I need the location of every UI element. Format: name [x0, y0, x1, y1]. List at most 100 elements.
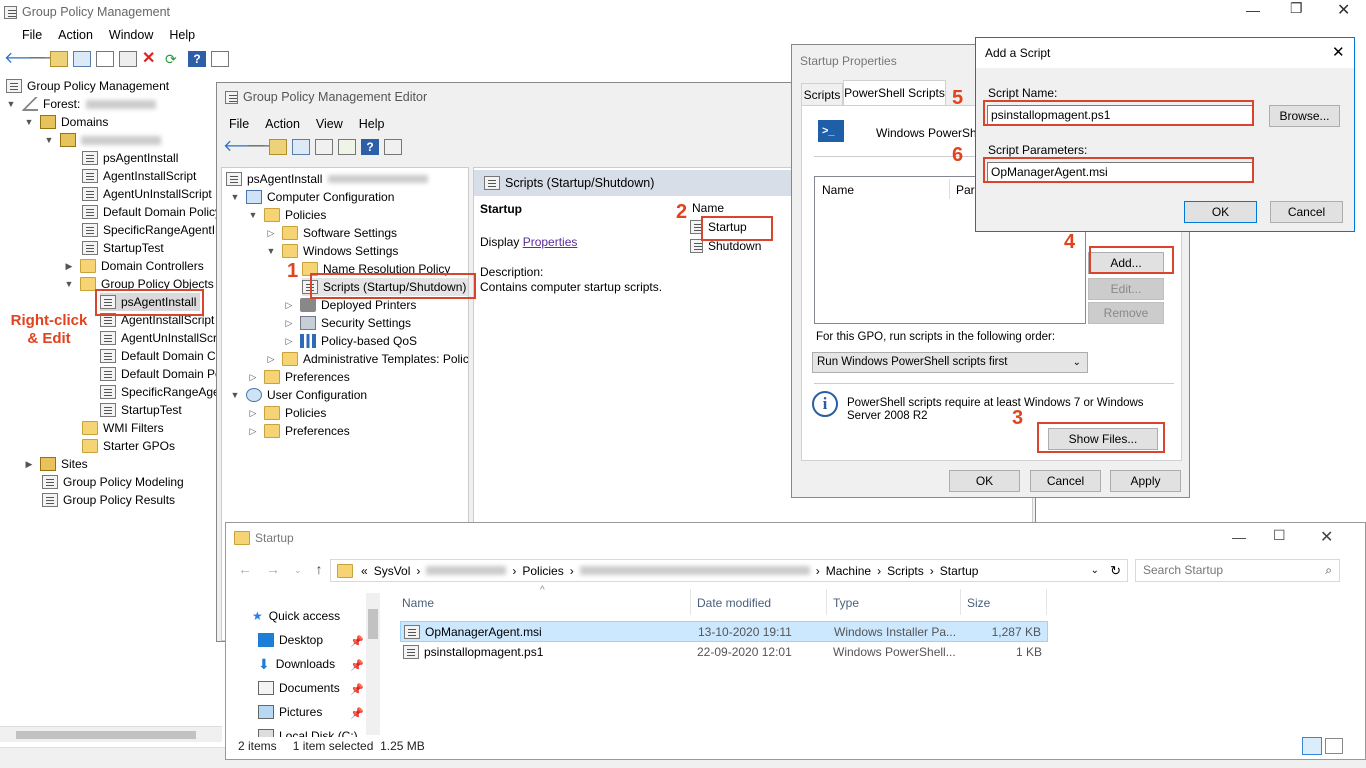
tree-user-prefs[interactable]: ▷ Preferences: [248, 422, 350, 440]
order-dropdown[interactable]: Run Windows PowerShell scripts first ⌄: [812, 352, 1088, 373]
up-folder-icon[interactable]: [269, 139, 287, 155]
path-segment[interactable]: SysVol: [374, 564, 411, 578]
tree-printers[interactable]: ▷ Deployed Printers: [284, 296, 416, 314]
tab-powershell[interactable]: PowerShell Scripts: [843, 80, 946, 106]
nav-local-disk[interactable]: Local Disk (C:): [258, 727, 358, 737]
tree-gpo-item[interactable]: StartupTest: [100, 401, 182, 419]
close-icon[interactable]: ✕: [1332, 43, 1345, 61]
menu-file[interactable]: File: [221, 117, 257, 131]
chevron-right-icon[interactable]: ▷: [284, 332, 294, 350]
maximize-button[interactable]: ☐: [1273, 527, 1286, 544]
tree-gpo-item[interactable]: Default Domain Po: [100, 365, 222, 383]
browse-button[interactable]: Browse...: [1269, 105, 1340, 127]
chevron-right-icon[interactable]: ▷: [284, 314, 294, 332]
tree-nrp[interactable]: Name Resolution Policy: [302, 260, 450, 278]
export-icon[interactable]: [338, 139, 356, 155]
file-row[interactable]: psinstallopmagent.ps1 22-09-2020 12:01 W…: [400, 642, 1048, 663]
refresh-icon[interactable]: ↻: [1110, 563, 1121, 579]
tree-gpo[interactable]: ▼ Group Policy Objects: [64, 275, 214, 293]
back-icon[interactable]: ←: [238, 561, 252, 579]
forward-icon[interactable]: 🡒: [246, 139, 289, 155]
remove-button[interactable]: Remove: [1088, 302, 1164, 324]
minimize-button[interactable]: —: [1232, 529, 1246, 545]
help-icon[interactable]: ?: [361, 139, 379, 155]
scroll-thumb[interactable]: [16, 731, 196, 739]
menu-action[interactable]: Action: [50, 28, 101, 42]
path-segment[interactable]: Startup: [940, 564, 979, 578]
minimize-button[interactable]: —: [1246, 2, 1260, 18]
tree-security[interactable]: ▷ Security Settings: [284, 314, 411, 332]
back-icon[interactable]: 🡐: [4, 51, 47, 67]
nav-quick-access[interactable]: ★ Quick access: [252, 607, 340, 625]
refresh-icon[interactable]: ⟳: [165, 51, 183, 67]
close-button[interactable]: ✕: [1337, 0, 1350, 20]
menu-window[interactable]: Window: [101, 28, 161, 42]
tree-link[interactable]: psAgentInstall: [82, 149, 178, 167]
tree-link[interactable]: Default Domain Policy: [82, 203, 221, 221]
show-files-button[interactable]: Show Files...: [1048, 428, 1158, 450]
nav-desktop[interactable]: Desktop: [258, 631, 323, 649]
tree-scripts[interactable]: Scripts (Startup/Shutdown): [302, 278, 468, 296]
tree-gpo-item-selected[interactable]: psAgentInstall: [100, 293, 201, 311]
chevron-right-icon[interactable]: ▷: [284, 296, 294, 314]
col-type[interactable]: Type: [833, 596, 859, 610]
col-name[interactable]: Name: [402, 596, 434, 610]
forward-icon[interactable]: 🡒: [27, 51, 70, 67]
properties-icon[interactable]: [384, 139, 402, 155]
pin-icon[interactable]: 📌: [350, 707, 364, 720]
path-segment[interactable]: Policies: [522, 564, 563, 578]
file-row-selected[interactable]: OpManagerAgent.msi 13-10-2020 19:11 Wind…: [400, 621, 1048, 642]
list-item-startup[interactable]: Startup: [690, 220, 747, 234]
path-overflow[interactable]: «: [361, 564, 368, 578]
forward-icon[interactable]: →: [266, 561, 280, 579]
back-icon[interactable]: 🡐: [223, 139, 266, 155]
tree-computer-config[interactable]: ▼ Computer Configuration: [230, 188, 394, 206]
details-view-icon[interactable]: [1302, 737, 1322, 755]
add-script-cancel-button[interactable]: Cancel: [1270, 201, 1343, 223]
address-bar[interactable]: « SysVol › › Policies › › Machine › Scripts…: [330, 559, 1128, 582]
chevron-down-icon[interactable]: ▼: [266, 242, 276, 260]
nav-documents[interactable]: Documents: [258, 679, 340, 697]
large-icons-view-icon[interactable]: [1325, 738, 1343, 754]
tree-link[interactable]: StartupTest: [82, 239, 164, 257]
chevron-right-icon[interactable]: ▶: [64, 257, 74, 275]
nav-pictures[interactable]: Pictures: [258, 703, 322, 721]
props-apply-button[interactable]: Apply: [1110, 470, 1181, 492]
tree-results[interactable]: Group Policy Results: [42, 491, 175, 509]
chevron-right-icon[interactable]: ▷: [248, 422, 258, 440]
tree-link[interactable]: SpecificRangeAgentIns: [82, 221, 228, 239]
tree-domains[interactable]: ▼ Domains: [24, 113, 108, 131]
restore-button[interactable]: ❐: [1290, 0, 1303, 17]
menu-help[interactable]: Help: [351, 117, 393, 131]
show-tree-icon[interactable]: [292, 139, 310, 155]
properties-icon[interactable]: [211, 51, 229, 67]
chevron-right-icon[interactable]: ▶: [24, 455, 34, 473]
menu-view[interactable]: View: [308, 117, 351, 131]
tree-sites[interactable]: ▶ Sites: [24, 455, 88, 473]
add-script-ok-button[interactable]: OK: [1184, 201, 1257, 223]
pin-icon[interactable]: 📌: [350, 635, 364, 648]
tree-gpo-item[interactable]: SpecificRangeAge: [100, 383, 220, 401]
properties-link[interactable]: Properties: [523, 235, 578, 249]
tree-root[interactable]: Group Policy Management: [6, 77, 169, 95]
edit-button[interactable]: Edit...: [1088, 278, 1164, 300]
tree-qos[interactable]: ▷ Policy-based QoS: [284, 332, 417, 350]
up-arrow-icon[interactable]: ↑: [316, 561, 323, 579]
nav-downloads[interactable]: ⬇ Downloads: [258, 655, 335, 673]
show-tree-icon[interactable]: [73, 51, 91, 67]
menu-file[interactable]: File: [14, 28, 50, 42]
script-name-input[interactable]: psinstallopmagent.ps1: [987, 105, 1253, 125]
help-icon[interactable]: ?: [188, 51, 206, 67]
menu-action[interactable]: Action: [257, 117, 308, 131]
col-size[interactable]: Size: [967, 596, 990, 610]
editor-tree-root[interactable]: psAgentInstall: [226, 170, 429, 188]
tree-software[interactable]: ▷ Software Settings: [266, 224, 397, 242]
tree-link[interactable]: AgentInstallScript: [82, 167, 196, 185]
tree-wmi[interactable]: WMI Filters: [82, 419, 164, 437]
chevron-down-icon[interactable]: ▼: [44, 131, 54, 149]
tree-windows[interactable]: ▼ Windows Settings: [266, 242, 398, 260]
copy-icon[interactable]: [96, 51, 114, 67]
tree-user-config[interactable]: ▼ User Configuration: [230, 386, 367, 404]
chevron-down-icon[interactable]: ▼: [24, 113, 34, 131]
up-folder-icon[interactable]: [50, 51, 68, 67]
